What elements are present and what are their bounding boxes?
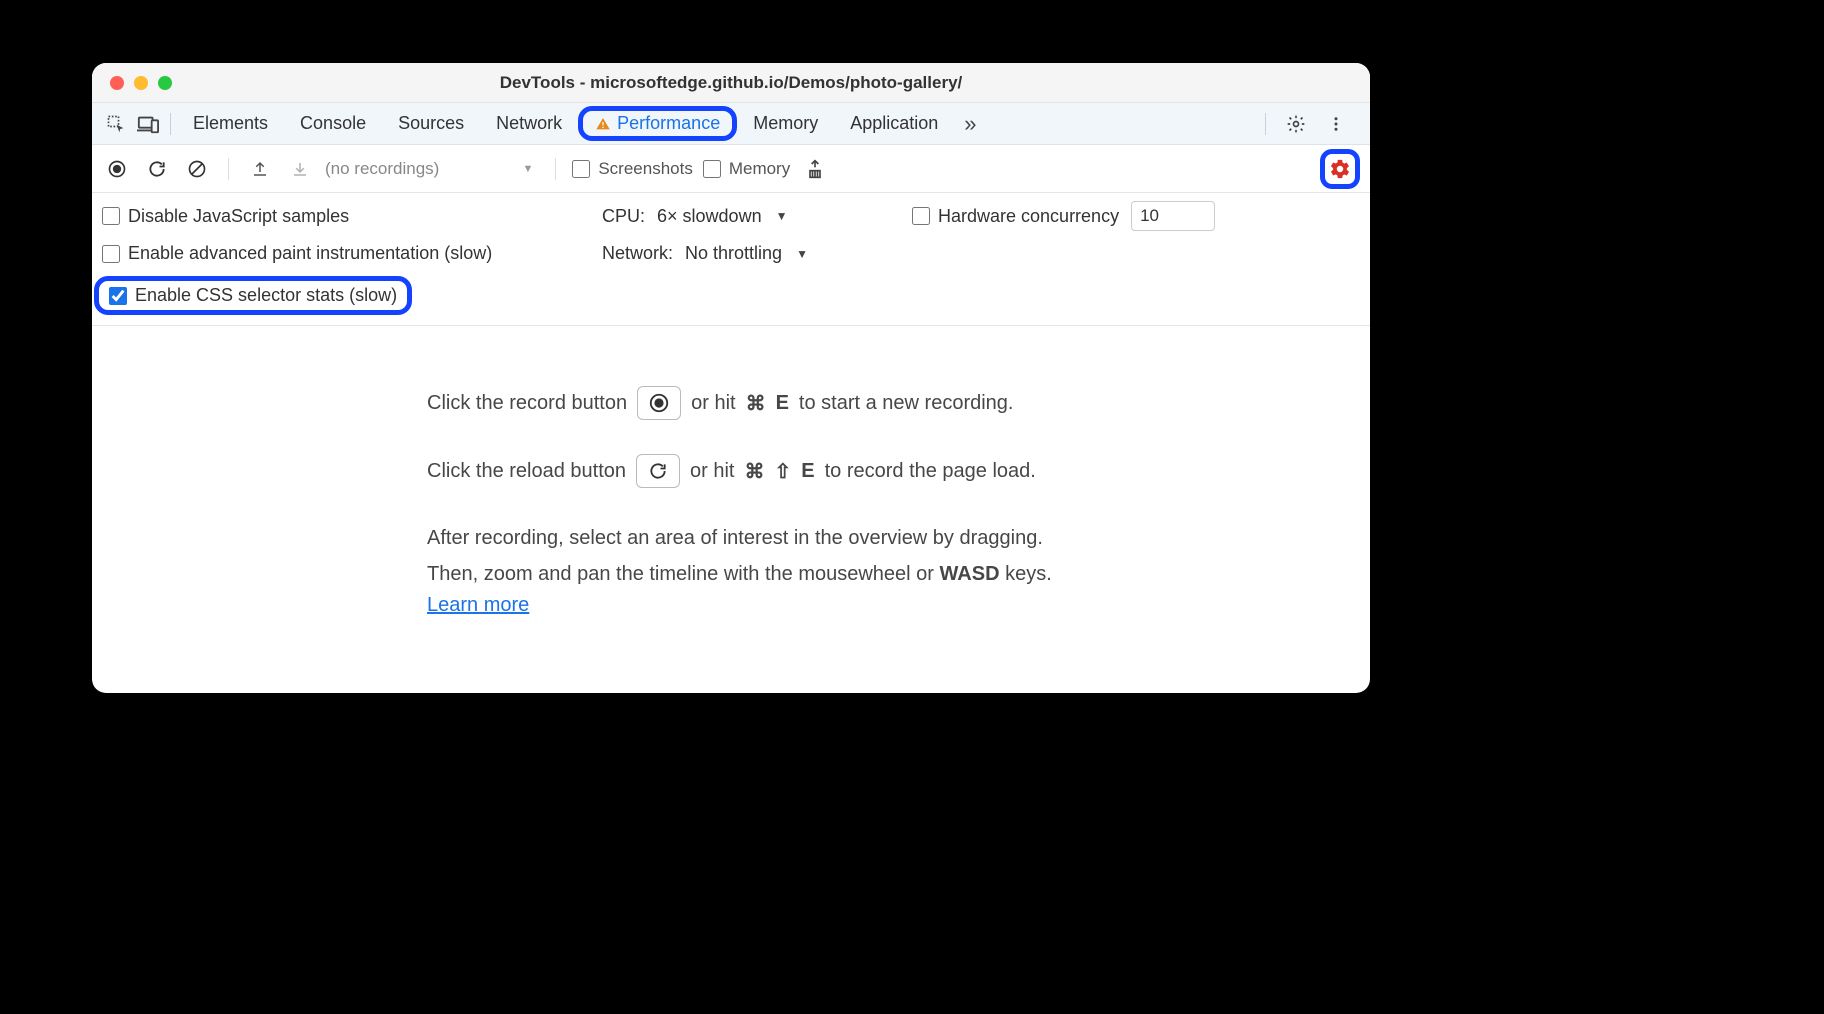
tab-application[interactable]: Application [834,107,954,140]
tab-console[interactable]: Console [284,107,382,140]
close-window-button[interactable] [110,76,124,90]
record-hint-post: to start a new recording. [799,392,1014,415]
cpu-throttling-row: CPU: 6× slowdown [602,206,912,227]
overview-hint-2-pre: Then, zoom and pan the timeline with the… [427,563,940,585]
maximize-window-button[interactable] [158,76,172,90]
css-selector-stats-highlighted: Enable CSS selector stats (slow) [94,276,412,315]
capture-settings-gear-icon[interactable] [1329,158,1351,180]
reload-hint-orhit: or hit [690,460,734,483]
overview-hint-2-post: keys. [1000,563,1052,585]
record-key-cmd: ⌘ [746,391,766,416]
separator [228,158,229,180]
reload-hint-pre: Click the reload button [427,460,626,483]
record-key-e: E [776,392,789,415]
devtools-window: DevTools - microsoftedge.github.io/Demos… [92,63,1370,693]
tab-performance[interactable]: Performance [617,113,720,134]
collect-garbage-button[interactable] [800,154,830,184]
performance-empty-state: Click the record button or hit ⌘ E to st… [92,326,1370,693]
inline-record-button[interactable] [637,386,681,420]
capture-settings-panel: Disable JavaScript samples CPU: 6× slowd… [92,193,1370,326]
record-hint-orhit: or hit [691,392,735,415]
kebab-menu-icon[interactable] [1320,108,1352,140]
inline-reload-button[interactable] [636,454,680,488]
tab-sources[interactable]: Sources [382,107,480,140]
tab-network[interactable]: Network [480,107,578,140]
overview-hint-1: After recording, select an area of inter… [427,522,1043,554]
capture-settings-highlighted[interactable] [1320,149,1360,189]
reload-hint-post: to record the page load. [825,460,1036,483]
cpu-label: CPU: [602,206,645,227]
recordings-dropdown[interactable]: (no recordings) [325,159,539,179]
memory-checkbox-input[interactable] [703,160,721,178]
tab-memory[interactable]: Memory [737,107,834,140]
css-selector-stats-label: Enable CSS selector stats (slow) [135,285,397,306]
device-toolbar-icon[interactable] [132,108,164,140]
learn-more-link[interactable]: Learn more [427,594,529,617]
inspect-element-icon[interactable] [100,108,132,140]
reload-key-shift: ⇧ [774,459,791,484]
separator [1265,113,1266,135]
network-throttling-dropdown[interactable]: No throttling [685,243,808,264]
hardware-concurrency-label: Hardware concurrency [938,206,1119,227]
network-throttling-value: No throttling [685,243,782,264]
separator [555,158,556,180]
disable-js-samples-input[interactable] [102,207,120,225]
cpu-throttling-value: 6× slowdown [657,206,762,227]
download-profile-button[interactable] [285,154,315,184]
overview-hint-2: Then, zoom and pan the timeline with the… [427,558,1052,590]
advanced-paint-label: Enable advanced paint instrumentation (s… [128,243,492,264]
css-selector-stats-checkbox[interactable]: Enable CSS selector stats (slow) [109,285,397,306]
hardware-concurrency-field[interactable] [1131,201,1215,231]
warning-icon [595,116,611,132]
record-hint-pre: Click the record button [427,392,627,415]
separator [170,113,171,135]
reload-record-button[interactable] [142,154,172,184]
wasd-key: WASD [940,563,1000,585]
clear-button[interactable] [182,154,212,184]
window-titlebar: DevTools - microsoftedge.github.io/Demos… [92,63,1370,103]
reload-hint-line: Click the reload button or hit ⌘ ⇧ E to … [427,454,1036,488]
record-button[interactable] [102,154,132,184]
css-selector-stats-input[interactable] [109,287,127,305]
record-hint-line: Click the record button or hit ⌘ E to st… [427,386,1013,420]
tab-elements[interactable]: Elements [177,107,284,140]
performance-toolbar: (no recordings) Screenshots Memory [92,145,1370,193]
network-throttling-row: Network: No throttling [602,243,912,264]
more-tabs-button[interactable]: » [954,111,986,137]
window-controls [92,76,172,90]
cpu-throttling-dropdown[interactable]: 6× slowdown [657,206,787,227]
hardware-concurrency-input[interactable] [912,207,930,225]
screenshots-label: Screenshots [598,159,693,179]
screenshots-checkbox[interactable]: Screenshots [572,159,693,179]
settings-gear-icon[interactable] [1280,108,1312,140]
disable-js-samples-label: Disable JavaScript samples [128,206,349,227]
panel-tabstrip: Elements Console Sources Network Perform… [92,103,1370,145]
tab-performance-highlighted[interactable]: Performance [578,106,737,141]
reload-key-e: E [801,460,814,483]
memory-checkbox[interactable]: Memory [703,159,790,179]
memory-label: Memory [729,159,790,179]
window-title: DevTools - microsoftedge.github.io/Demos… [92,73,1370,93]
hardware-concurrency-row: Hardware concurrency [912,201,1370,231]
screenshots-checkbox-input[interactable] [572,160,590,178]
upload-profile-button[interactable] [245,154,275,184]
network-label: Network: [602,243,673,264]
hardware-concurrency-checkbox[interactable]: Hardware concurrency [912,206,1119,227]
minimize-window-button[interactable] [134,76,148,90]
advanced-paint-input[interactable] [102,245,120,263]
disable-js-samples-checkbox[interactable]: Disable JavaScript samples [102,206,602,227]
reload-key-cmd: ⌘ [744,459,764,484]
advanced-paint-checkbox[interactable]: Enable advanced paint instrumentation (s… [102,243,602,264]
